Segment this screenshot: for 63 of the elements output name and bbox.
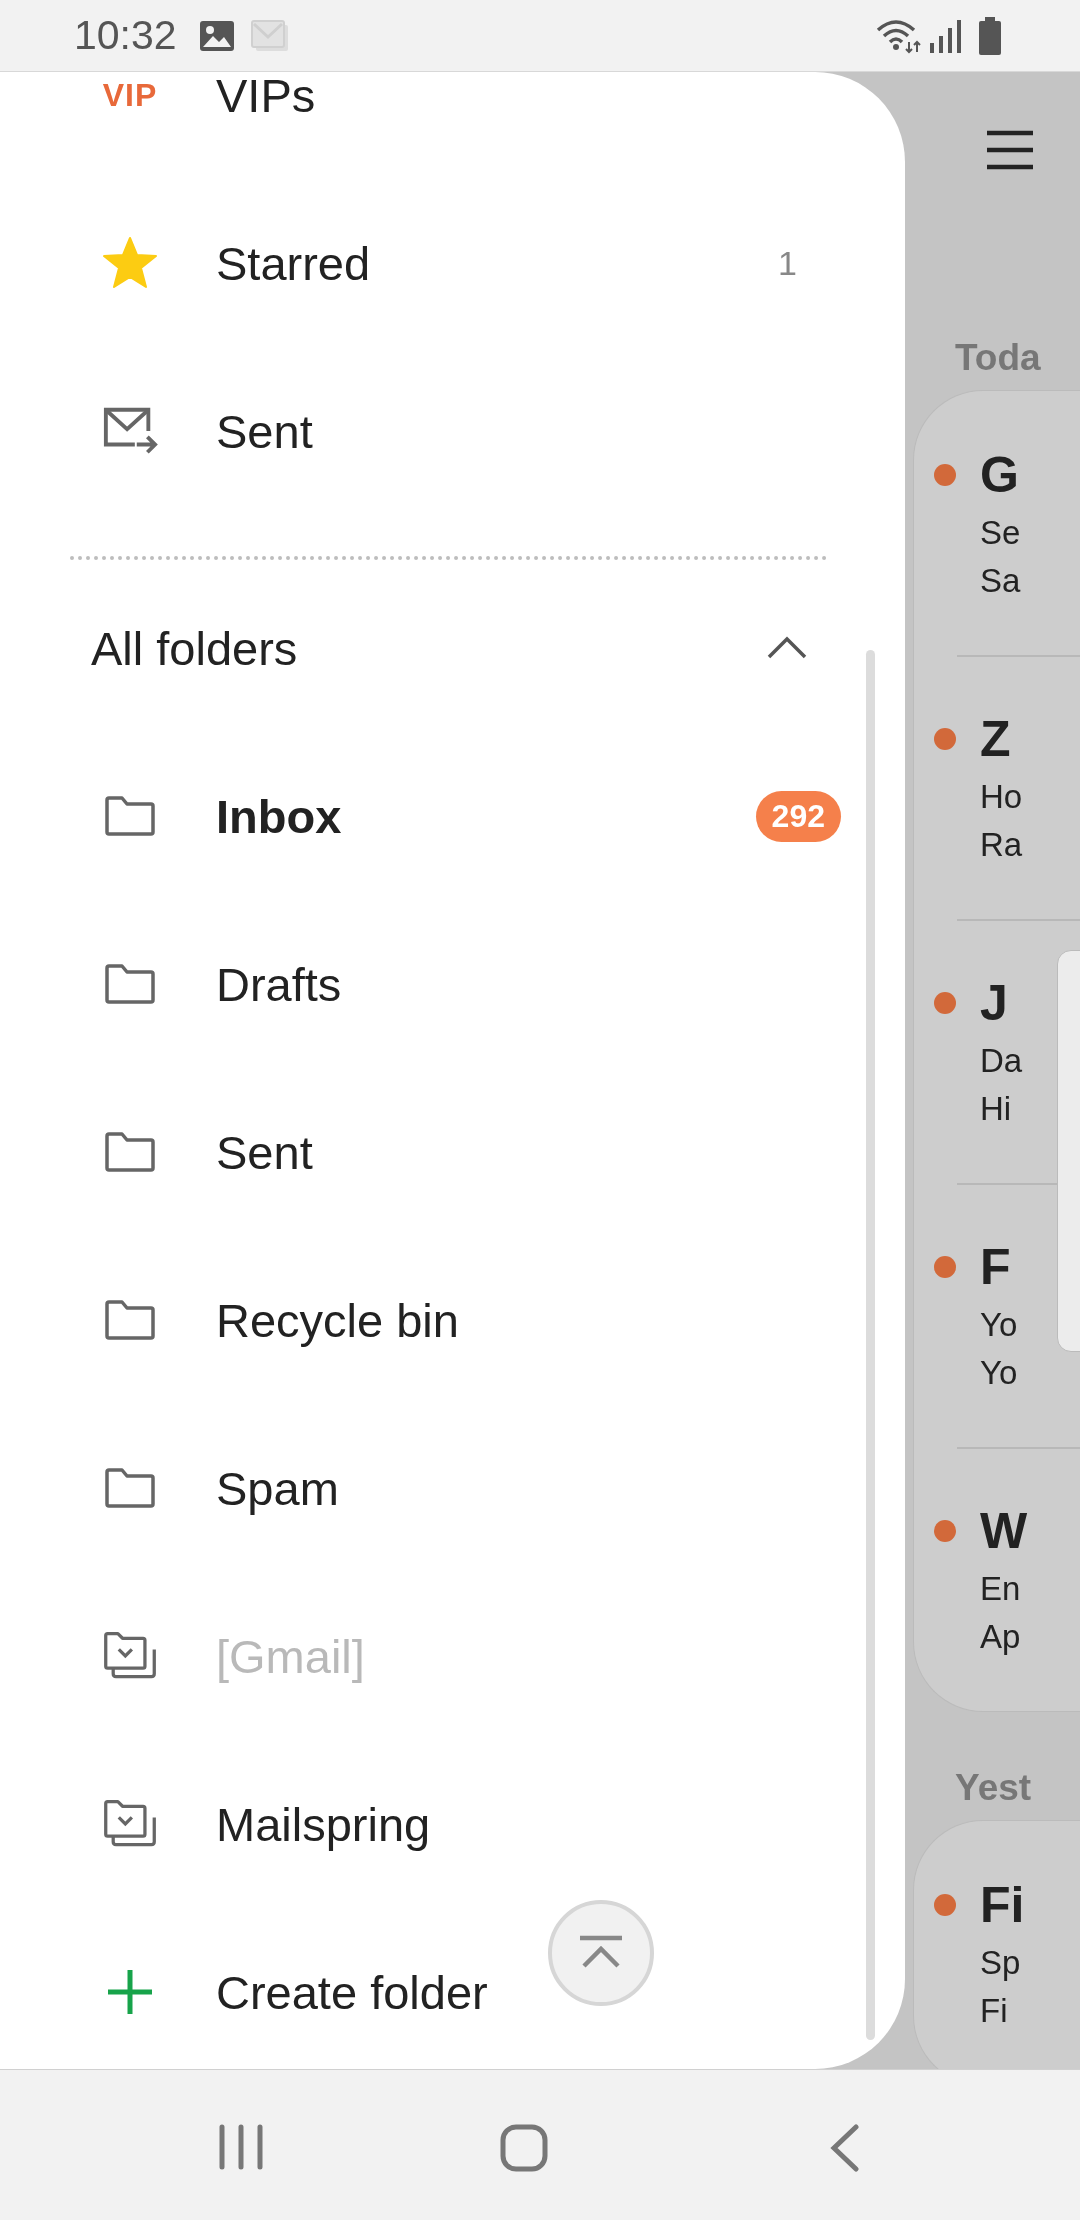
battery-icon — [978, 16, 1002, 55]
drawer-item-label: VIPs — [216, 72, 317, 123]
folder-item[interactable]: Inbox 292 — [0, 732, 905, 900]
drawer-item[interactable]: Starred 1 — [0, 179, 905, 347]
folder-item[interactable]: Recycle bin — [0, 1236, 905, 1404]
folder-icon — [104, 1467, 156, 1509]
mail-subject: Se — [980, 514, 1022, 552]
mail-sender: Z — [980, 710, 1011, 768]
date-heading: Toda — [954, 336, 1042, 380]
date-heading: Yest — [954, 1766, 1033, 1810]
create-folder-item[interactable]: Create folder — [0, 1908, 905, 2069]
drawer-item[interactable]: VIP VIPs — [0, 72, 905, 179]
mail-preview: Ap — [980, 1618, 1022, 1656]
recent-apps-icon[interactable] — [218, 2124, 264, 2170]
folder-label: Inbox — [216, 788, 343, 844]
mail-preview: Fi — [980, 1992, 1009, 2030]
folder-item[interactable]: Mailspring — [0, 1740, 905, 1908]
mail-subject: En — [980, 1570, 1022, 1608]
mail-preview: Sa — [980, 562, 1022, 600]
menu-icon[interactable] — [987, 130, 1033, 170]
mail-subject: Ho — [980, 778, 1024, 816]
mail-preview: Hi — [980, 1090, 1013, 1128]
section-title: All folders — [91, 620, 299, 676]
folder-item[interactable]: Drafts — [0, 900, 905, 1068]
folder-label: Drafts — [216, 956, 343, 1012]
folder-label: [Gmail] — [216, 1628, 366, 1684]
vip-icon: VIP — [102, 76, 158, 114]
folder-item[interactable]: Spam — [0, 1404, 905, 1572]
folder-label: Recycle bin — [216, 1292, 460, 1348]
mail-sender: Fi — [980, 1876, 1025, 1934]
mail-sender: J — [980, 974, 1008, 1032]
mail-subject: Da — [980, 1042, 1024, 1080]
all-folders-header[interactable]: All folders — [0, 564, 905, 732]
drawer-item-label: Starred — [216, 235, 372, 291]
mail-preview: Yo — [980, 1354, 1019, 1392]
drawer-item-label: Sent — [216, 403, 314, 459]
folder-item[interactable]: Sent — [0, 1068, 905, 1236]
drawer-item[interactable]: Sent — [0, 347, 905, 515]
mail-sender: G — [980, 446, 1019, 504]
folder-icon — [104, 963, 156, 1005]
back-icon[interactable] — [830, 2124, 860, 2172]
star-icon — [102, 236, 158, 290]
image-icon — [198, 19, 235, 52]
create-folder-label: Create folder — [216, 1964, 489, 2020]
mail-icon — [250, 18, 291, 53]
mail-sender: F — [980, 1238, 1011, 1296]
mail-subject: Sp — [980, 1944, 1022, 1982]
item-count: 1 — [778, 243, 797, 283]
folder-label: Spam — [216, 1460, 340, 1516]
mail-sender: W — [980, 1502, 1028, 1560]
mail-subject: Yo — [980, 1306, 1019, 1344]
wifi-icon — [874, 17, 922, 54]
plus-icon — [106, 1968, 154, 2016]
home-icon[interactable] — [500, 2124, 548, 2172]
folder-icon — [104, 1131, 156, 1173]
signal-icon — [928, 18, 964, 53]
mail-preview: Ra — [980, 826, 1024, 864]
unread-count-badge: 292 — [755, 790, 841, 842]
folder-icon — [104, 1299, 156, 1341]
status-time: 10:32 — [74, 12, 177, 59]
folder-icon — [104, 795, 156, 837]
folder-label: Sent — [216, 1124, 314, 1180]
folder-label: Mailspring — [216, 1796, 432, 1852]
